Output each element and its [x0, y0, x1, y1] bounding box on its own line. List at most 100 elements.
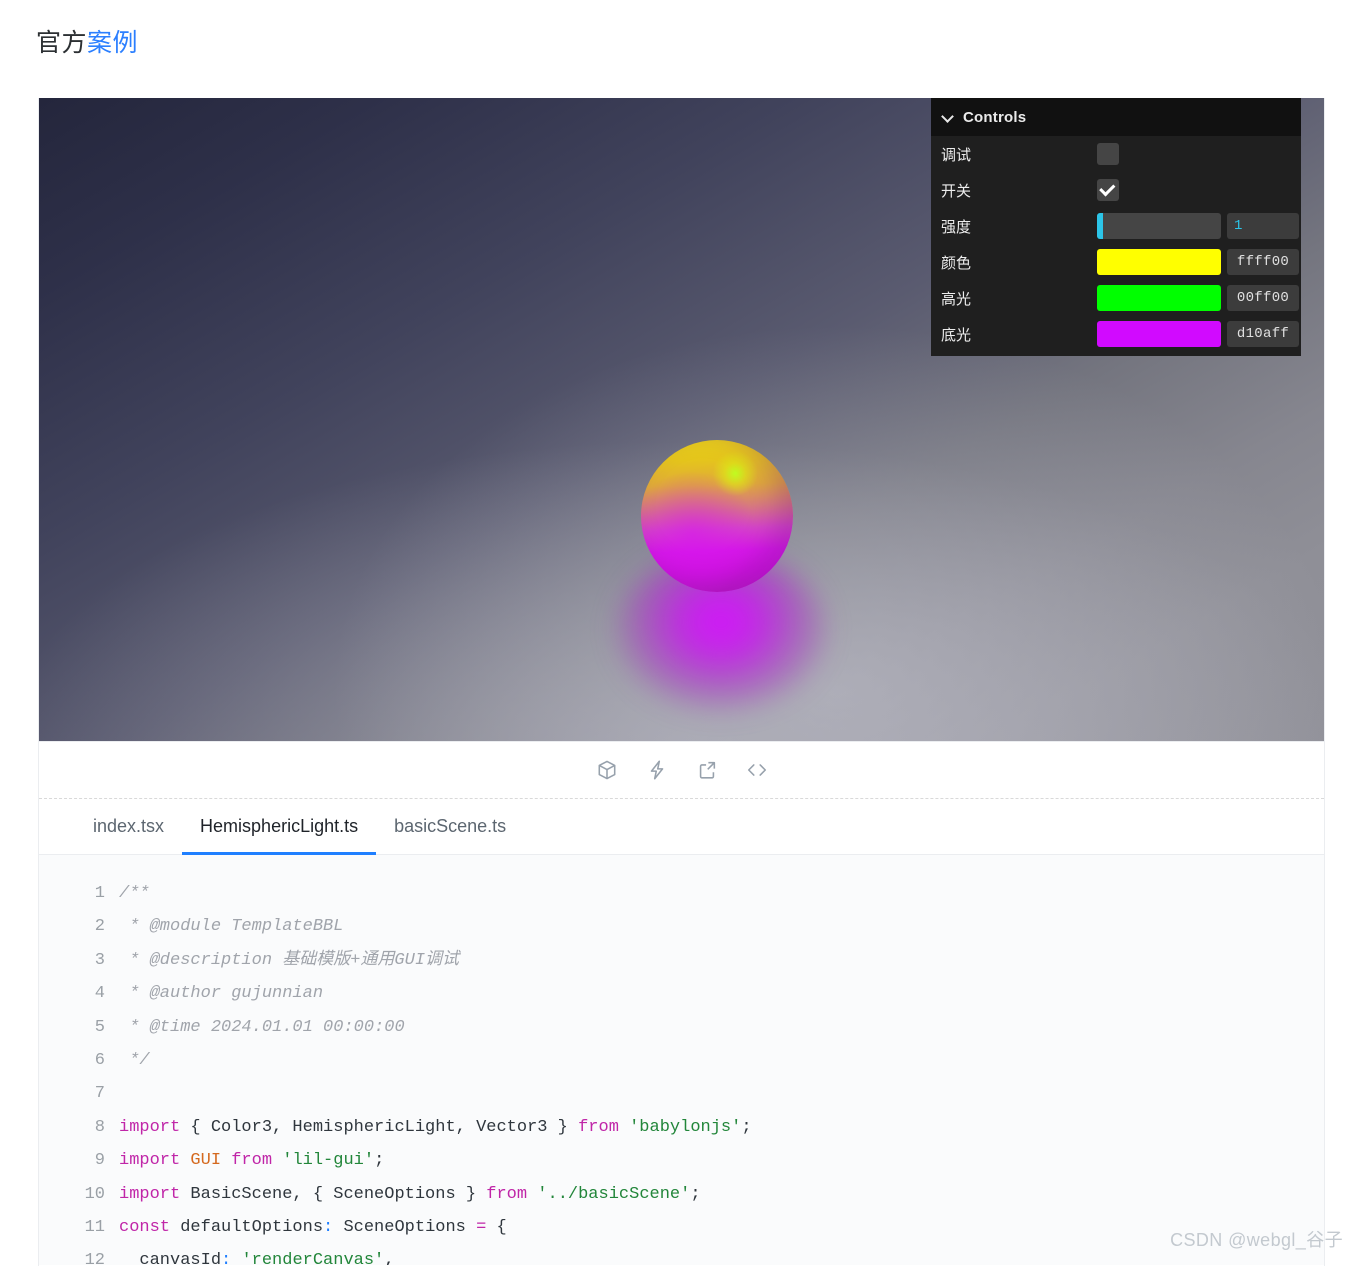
tab-label: index.tsx [93, 816, 164, 837]
code-line: 12 canvasId: 'renderCanvas', [39, 1244, 1324, 1265]
code-line: 6 */ [39, 1044, 1324, 1077]
page-title: 官方案例 [36, 24, 138, 62]
code-line-text: * @time 2024.01.01 00:00:00 [119, 1011, 405, 1044]
code-line-text: import BasicScene, { SceneOptions } from… [119, 1178, 701, 1211]
code-line-number: 12 [39, 1244, 119, 1265]
code-line: 11const defaultOptions: SceneOptions = { [39, 1211, 1324, 1244]
code-brackets-icon[interactable] [744, 757, 770, 783]
tab-label: HemisphericLight.ts [200, 816, 358, 837]
code-viewer[interactable]: 1/**2 * @module TemplateBBL3 * @descript… [39, 855, 1324, 1265]
gui-row-debug: 调试 [931, 136, 1301, 172]
gui-label-intensity: 强度 [941, 216, 1097, 237]
gui-label-debug: 调试 [941, 144, 1097, 165]
code-line-number: 2 [39, 910, 119, 943]
gui-row-color: 颜色 ffff00 [931, 244, 1301, 280]
checkbox-switch[interactable] [1097, 179, 1119, 201]
gui-panel: Controls 调试 开关 [931, 98, 1301, 356]
hex-input-color[interactable]: ffff00 [1227, 249, 1299, 275]
gui-title-label: Controls [963, 109, 1026, 126]
code-token: ; [690, 1185, 700, 1204]
code-token: */ [119, 1051, 150, 1070]
gui-widget-specular: 00ff00 [1097, 285, 1299, 311]
code-token [527, 1185, 537, 1204]
code-token: ; [741, 1118, 751, 1137]
code-line-text: const defaultOptions: SceneOptions = { [119, 1211, 507, 1244]
code-token: defaultOptions [170, 1218, 323, 1237]
code-token [180, 1151, 190, 1170]
code-token: /** [119, 884, 150, 903]
code-line: 7 [39, 1077, 1324, 1110]
gui-row-switch: 开关 [931, 172, 1301, 208]
gui-row-ground: 底光 d10aff [931, 316, 1301, 352]
tab-index-tsx[interactable]: index.tsx [75, 799, 182, 854]
code-line-number: 5 [39, 1011, 119, 1044]
code-token: import [119, 1118, 180, 1137]
color-swatch-ground[interactable] [1097, 321, 1221, 347]
code-line-text: import GUI from 'lil-gui'; [119, 1144, 384, 1177]
code-line-text: * @module TemplateBBL [119, 910, 343, 943]
hex-input-specular[interactable]: 00ff00 [1227, 285, 1299, 311]
code-token: { [486, 1218, 506, 1237]
checkbox-debug[interactable] [1097, 143, 1119, 165]
tab-hemisphericlight-ts[interactable]: HemisphericLight.ts [182, 799, 376, 854]
color-swatch-specular[interactable] [1097, 285, 1221, 311]
code-token: 'renderCanvas' [241, 1251, 384, 1265]
code-token: GUI [190, 1151, 221, 1170]
gui-widget-intensity: 1 [1097, 213, 1299, 239]
gui-label-color: 颜色 [941, 252, 1097, 273]
code-line-number: 7 [39, 1077, 119, 1110]
code-line: 9import GUI from 'lil-gui'; [39, 1144, 1324, 1177]
demo-card: Controls 调试 开关 [38, 98, 1325, 1266]
lightning-icon[interactable] [644, 757, 670, 783]
code-line-number: 8 [39, 1111, 119, 1144]
demo-toolbar [39, 741, 1324, 799]
number-input-intensity[interactable]: 1 [1227, 213, 1299, 239]
code-line-text: * @author gujunnian [119, 977, 323, 1010]
gui-widget-switch [1097, 179, 1297, 201]
code-line: 10import BasicScene, { SceneOptions } fr… [39, 1178, 1324, 1211]
sphere-object [641, 440, 793, 592]
code-line: 8import { Color3, HemisphericLight, Vect… [39, 1111, 1324, 1144]
render-canvas[interactable]: Controls 调试 开关 [39, 98, 1325, 741]
code-line: 3 * @description 基础模版+通用GUI调试 [39, 944, 1324, 977]
code-line-number: 6 [39, 1044, 119, 1077]
code-token [619, 1118, 629, 1137]
code-token: = [476, 1218, 486, 1237]
code-token: canvasId [119, 1251, 221, 1265]
code-token: import [119, 1151, 180, 1170]
code-token: BasicScene, { SceneOptions } [180, 1185, 486, 1204]
code-line: 2 * @module TemplateBBL [39, 910, 1324, 943]
code-token: * @time 2024.01.01 00:00:00 [119, 1018, 405, 1037]
code-token: '../basicScene' [537, 1185, 690, 1204]
gui-widget-debug [1097, 143, 1297, 165]
code-token: { Color3, HemisphericLight, Vector3 } [180, 1118, 578, 1137]
page-root: 官方案例 Controls 调试 [0, 0, 1365, 1266]
csdn-watermark: CSDN @webgl_谷子 [1170, 1226, 1343, 1252]
slider-intensity[interactable] [1097, 213, 1221, 239]
code-line-text: * @description 基础模版+通用GUI调试 [119, 944, 459, 977]
sphere-rim-light [641, 440, 793, 592]
cube-icon[interactable] [594, 757, 620, 783]
code-token: from [578, 1118, 619, 1137]
code-line-number: 4 [39, 977, 119, 1010]
code-line-number: 3 [39, 944, 119, 977]
code-line-number: 1 [39, 877, 119, 910]
code-line-text: */ [119, 1044, 150, 1077]
code-token: * @description 基础模版+通用GUI调试 [119, 951, 459, 970]
hex-input-ground[interactable]: d10aff [1227, 321, 1299, 347]
code-line-number: 11 [39, 1211, 119, 1244]
code-line-text: /** [119, 877, 150, 910]
chevron-down-icon [942, 111, 954, 123]
gui-title-bar[interactable]: Controls [931, 98, 1301, 136]
code-token: SceneOptions [333, 1218, 476, 1237]
color-swatch-color[interactable] [1097, 249, 1221, 275]
tab-basicscene-ts[interactable]: basicScene.ts [376, 799, 524, 854]
code-token [272, 1151, 282, 1170]
code-token: 'lil-gui' [282, 1151, 374, 1170]
code-line-text: import { Color3, HemisphericLight, Vecto… [119, 1111, 752, 1144]
tab-label: basicScene.ts [394, 816, 506, 837]
code-line: 1/** [39, 877, 1324, 910]
external-link-icon[interactable] [694, 757, 720, 783]
code-line-number: 9 [39, 1144, 119, 1177]
code-token: ; [374, 1151, 384, 1170]
